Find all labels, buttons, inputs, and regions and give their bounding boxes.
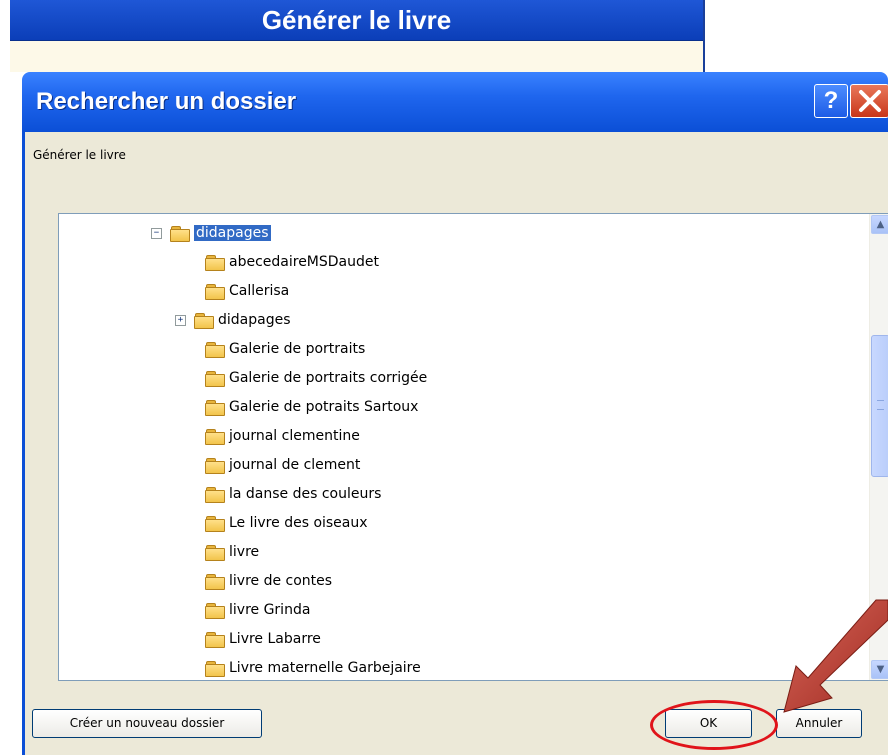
folder-icon — [205, 486, 225, 503]
background-window-title: Générer le livre — [261, 5, 452, 35]
scroll-up-icon[interactable]: ▲ — [871, 215, 888, 234]
folder-icon — [205, 283, 225, 300]
tree-item[interactable]: Le livre des oiseaux — [205, 512, 368, 534]
tree-item[interactable]: Livre Labarre — [205, 628, 321, 650]
tree-item-label: livre — [229, 544, 260, 560]
folder-icon — [205, 341, 225, 358]
folder-icon — [194, 312, 214, 329]
background-window: Générer le livre — [0, 0, 705, 72]
help-icon[interactable]: ? — [814, 84, 848, 118]
tree-item-label: livre de contes — [229, 573, 333, 589]
tree-item-label: Galerie de portraits — [229, 341, 366, 357]
dialog-titlebar[interactable]: Rechercher un dossier ? — [22, 72, 888, 132]
background-window-edge — [703, 0, 705, 72]
highlight-ellipse — [650, 700, 778, 750]
folder-icon — [205, 254, 225, 271]
tree-item[interactable]: Callerisa — [205, 280, 289, 302]
folder-tree[interactable]: − didapages abecedaireMSDaudet Callerisa + di… — [58, 213, 888, 681]
tree-item[interactable]: livre de contes — [205, 570, 332, 592]
tree-item-label: journal clementine — [229, 428, 360, 444]
tree-item[interactable]: Galerie de portraits corrigée — [205, 367, 427, 389]
folder-icon — [205, 631, 225, 648]
folder-icon — [205, 457, 225, 474]
background-window-body — [10, 41, 703, 72]
folder-icon — [205, 544, 225, 561]
tree-item-label: didapages — [194, 225, 271, 241]
tree-item-label: didapages — [218, 312, 291, 328]
scrollbar-thumb[interactable] — [871, 335, 888, 477]
new-folder-button[interactable]: Créer un nouveau dossier — [32, 709, 262, 738]
tree-item[interactable]: journal clementine — [205, 425, 360, 447]
tree-item-label: Galerie de potraits Sartoux — [229, 399, 419, 415]
dialog-title: Rechercher un dossier — [36, 88, 297, 115]
tree-item[interactable]: − didapages — [151, 222, 271, 244]
tree-item[interactable]: livre Grinda — [205, 599, 310, 621]
tree-item[interactable]: Livre maternelle Garbejaire — [205, 657, 421, 679]
tree-item-label: la danse des couleurs — [229, 486, 382, 502]
close-icon[interactable] — [850, 84, 888, 118]
folder-icon — [205, 660, 225, 677]
tree-item-label: journal de clement — [229, 457, 361, 473]
tree-item[interactable]: + didapages — [175, 309, 291, 331]
arrow-annotation — [783, 599, 888, 713]
tree-item-label: Galerie de portraits corrigée — [229, 370, 428, 386]
tree-item-label: livre Grinda — [229, 602, 311, 618]
tree-item[interactable]: Galerie de potraits Sartoux — [205, 396, 418, 418]
tree-item-label: Le livre des oiseaux — [229, 515, 368, 531]
folder-icon — [205, 602, 225, 619]
collapse-icon[interactable]: − — [151, 227, 162, 239]
tree-item-label: Livre maternelle Garbejaire — [229, 660, 421, 676]
tree-item-label: Livre Labarre — [229, 631, 321, 647]
folder-icon — [170, 225, 190, 242]
tree-item[interactable]: Galerie de portraits — [205, 338, 365, 360]
tree-item[interactable]: journal de clement — [205, 454, 360, 476]
folder-icon — [205, 515, 225, 532]
folder-icon — [205, 399, 225, 416]
background-titlebar: Générer le livre — [10, 0, 703, 41]
folder-icon — [205, 573, 225, 590]
folder-icon — [205, 428, 225, 445]
folder-icon — [205, 370, 225, 387]
tree-item[interactable]: livre — [205, 541, 259, 563]
tree-item-label: abecedaireMSDaudet — [229, 254, 379, 270]
scroll-grip-icon — [877, 400, 884, 410]
tree-item[interactable]: la danse des couleurs — [205, 483, 381, 505]
tree-item[interactable]: abecedaireMSDaudet — [205, 251, 379, 273]
dialog-description: Générer le livre — [33, 148, 126, 162]
tree-item-label: Callerisa — [229, 283, 290, 299]
expand-icon[interactable]: + — [175, 314, 186, 326]
